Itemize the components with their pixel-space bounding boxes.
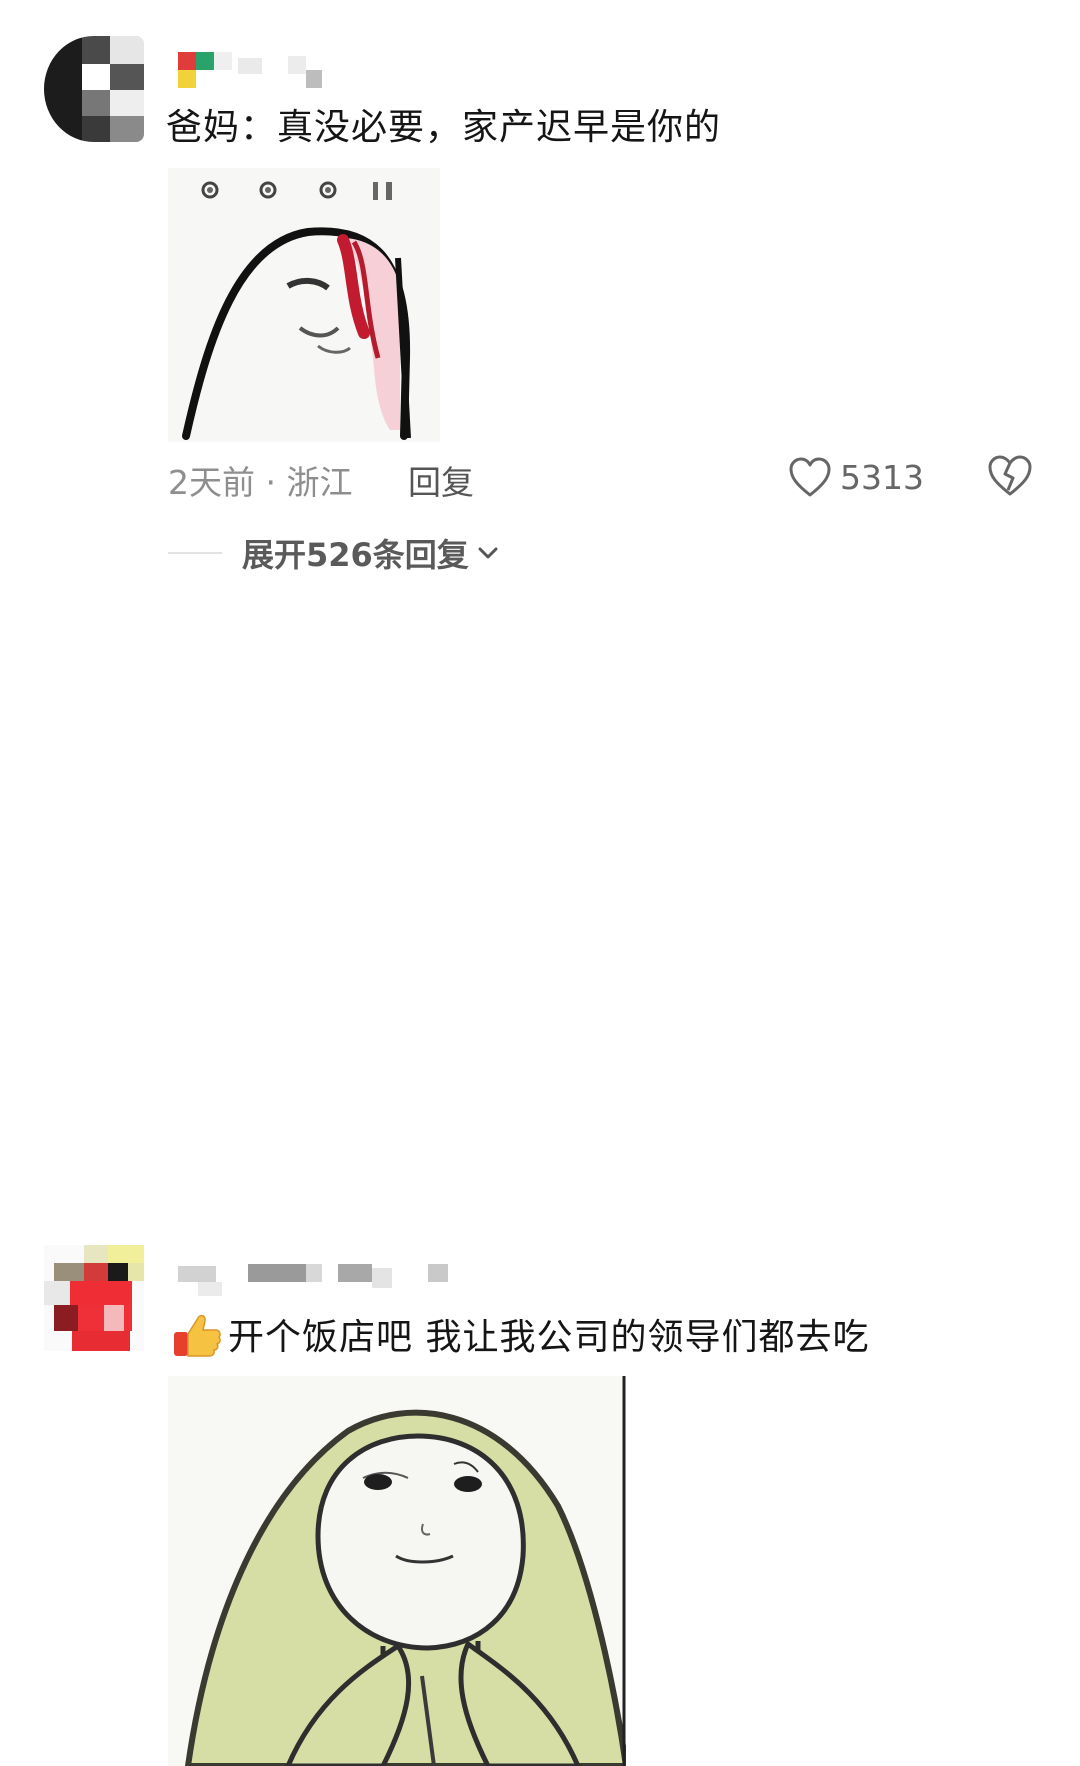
like-button[interactable]: 5313 <box>788 452 924 502</box>
thumbs-up-emoji-icon <box>174 1314 221 1357</box>
username-blurred[interactable] <box>178 38 328 88</box>
avatar[interactable] <box>44 1245 144 1351</box>
username-blurred[interactable] <box>178 1260 458 1310</box>
comment-text-content: 开个饭店吧 我让我公司的领导们都去吃 <box>228 1317 870 1358</box>
like-count: 5313 <box>840 457 924 497</box>
avatar[interactable] <box>44 36 144 142</box>
broken-heart-icon <box>988 455 1032 496</box>
comment-item: 开个饭店吧 我让我公司的领导们都去吃 <box>0 600 1080 1766</box>
sticker-image[interactable] <box>168 1376 626 1766</box>
dislike-button[interactable] <box>986 452 1034 502</box>
comment-item: 爸妈：真没必要，家产迟早是你的 2天前 · 浙江 回复 5313 展开526条回… <box>0 0 1080 600</box>
chevron-down-icon <box>478 547 498 559</box>
comment-text: 开个饭店吧 我让我公司的领导们都去吃 <box>172 1308 869 1364</box>
reply-button[interactable]: 回复 <box>408 456 474 504</box>
sticker-image[interactable] <box>168 168 440 442</box>
heart-icon <box>789 457 831 497</box>
comment-time-location: 2天前 · 浙江 <box>168 463 353 502</box>
comment-text: 爸妈：真没必要，家产迟早是你的 <box>166 107 722 148</box>
expand-replies-label: 展开526条回复 <box>242 536 469 574</box>
expand-replies-button[interactable]: 展开526条回复 <box>168 528 501 578</box>
divider <box>168 552 222 554</box>
